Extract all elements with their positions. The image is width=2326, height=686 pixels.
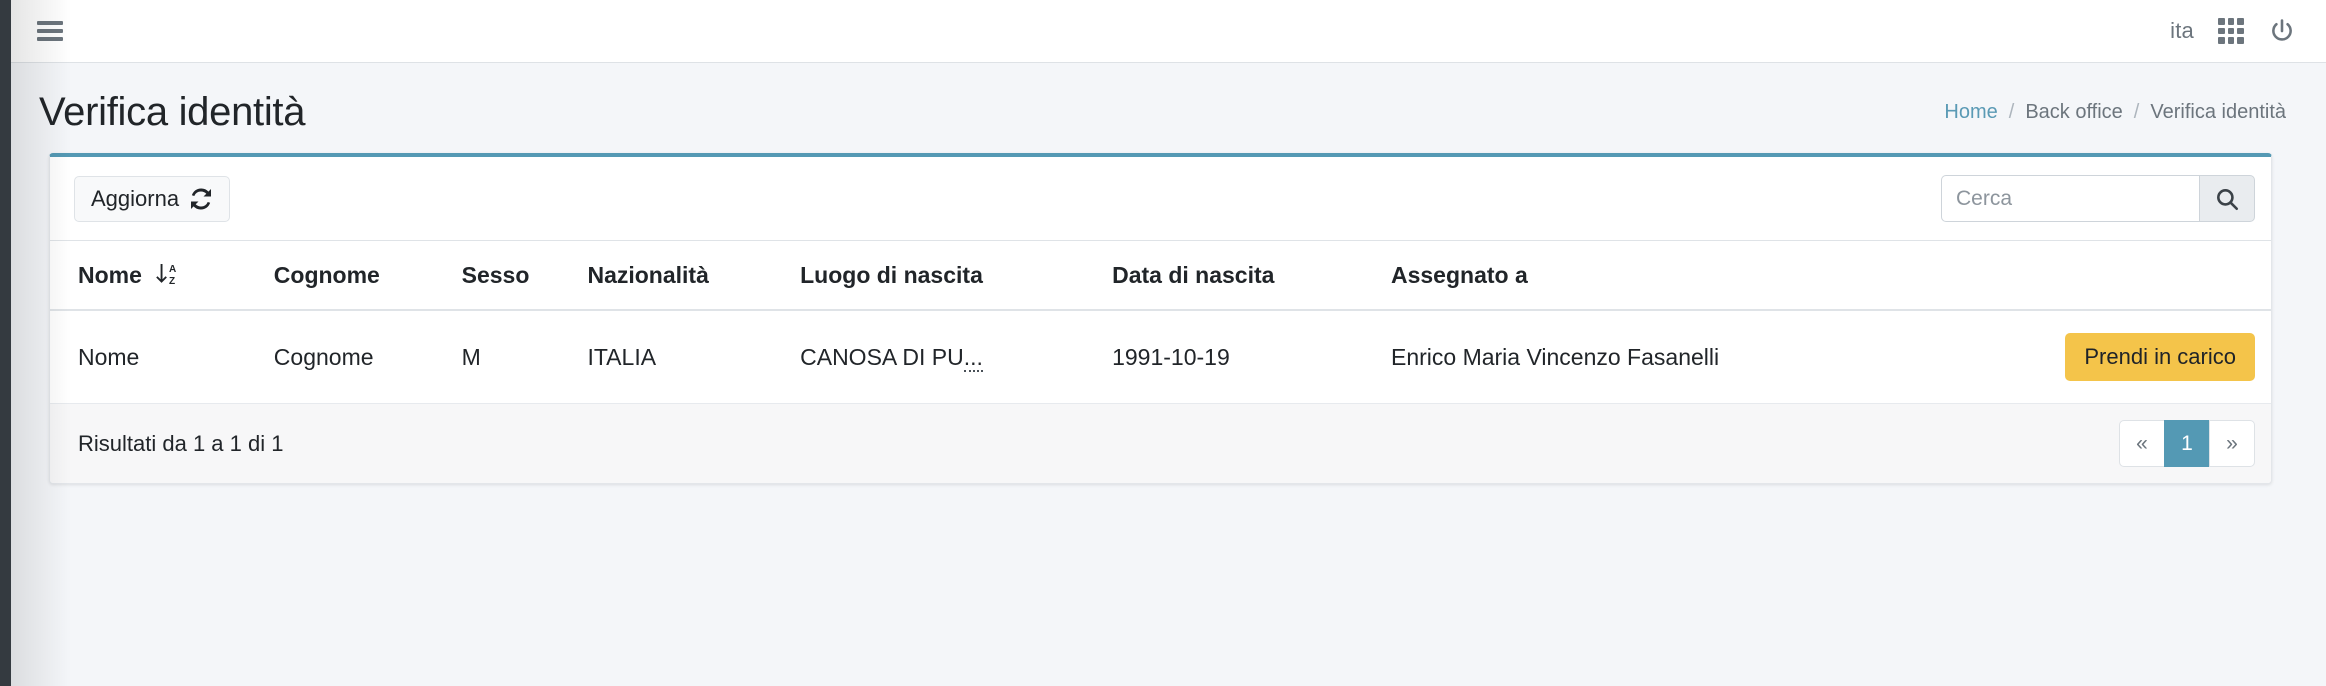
table-header-row: Nome A Z Cognome Sesso Nazionalità Luogo — [50, 241, 2271, 311]
cell-luogo-text: CANOSA DI PU — [800, 343, 964, 370]
breadcrumb-item-current: Verifica identità — [2150, 101, 2286, 123]
breadcrumb-separator: / — [2008, 101, 2015, 123]
top-navbar: ita — [11, 0, 2326, 63]
cell-sesso: M — [461, 310, 588, 404]
pagination-prev[interactable]: « — [2119, 420, 2165, 467]
page-header: Verifica identità Home / Back office / V… — [11, 64, 2326, 153]
cell-nome: Nome — [50, 310, 274, 404]
column-header-nome[interactable]: Nome A Z — [50, 241, 274, 311]
app-root: ita Verifica identità Home / Back office… — [0, 0, 2326, 686]
sidebar-rail — [0, 0, 11, 686]
search-icon — [2217, 188, 2239, 210]
apps-grid-icon[interactable] — [2218, 18, 2244, 44]
power-icon[interactable] — [2268, 17, 2296, 45]
card-container: Aggiorna Cerca Nome A Z Cognome Sesso Na… — [11, 153, 2326, 484]
take-charge-button[interactable]: Prendi in carico — [2065, 333, 2255, 381]
table-body: Nome Cognome M ITALIA CANOSA DI PU... 19… — [50, 310, 2271, 404]
search-group — [1941, 175, 2255, 222]
card-toolbar: Aggiorna — [50, 157, 2271, 241]
cell-data-di-nascita: 1991-10-19 — [1112, 310, 1391, 404]
breadcrumb-item-back-office: Back office — [2025, 101, 2123, 123]
column-header-sesso[interactable]: Sesso — [461, 241, 588, 311]
column-header-actions — [1938, 241, 2271, 311]
column-header-luogo-di-nascita[interactable]: Luogo di nascita — [800, 241, 1113, 311]
search-button[interactable] — [2199, 175, 2255, 222]
cell-nazionalita: ITALIA — [587, 310, 801, 404]
svg-text:A: A — [169, 264, 176, 275]
table-head: Nome A Z Cognome Sesso Nazionalità Luogo — [50, 241, 2271, 311]
search-input[interactable] — [1941, 175, 2199, 222]
refresh-button[interactable]: Aggiorna — [74, 175, 231, 222]
identity-table: Nome A Z Cognome Sesso Nazionalità Luogo — [50, 241, 2271, 404]
identity-verification-card: Aggiorna Cerca Nome A Z Cognome Sesso Na… — [49, 153, 2272, 484]
sort-alpha-down-icon: A Z — [156, 264, 177, 287]
breadcrumb-item-home[interactable]: Home — [1944, 101, 1997, 124]
column-header-nome-label: Nome — [78, 262, 142, 288]
cell-actions: Prendi in carico — [1938, 310, 2271, 404]
navbar-right-group: ita — [2170, 17, 2326, 45]
pagination-next[interactable]: » — [2209, 420, 2255, 467]
breadcrumb-separator: / — [2133, 101, 2140, 123]
pagination-page-1[interactable]: 1 — [2164, 420, 2210, 467]
cell-luogo-di-nascita: CANOSA DI PU... — [800, 310, 1113, 404]
card-footer: Risultati da 1 a 1 di 1 « 1 » — [50, 404, 2271, 483]
column-header-cognome[interactable]: Cognome — [273, 241, 462, 311]
hamburger-bar — [37, 21, 63, 25]
page-title: Verifica identità — [39, 90, 306, 134]
content-wrapper: Verifica identità Home / Back office / V… — [11, 64, 2326, 686]
table-row[interactable]: Nome Cognome M ITALIA CANOSA DI PU... 19… — [50, 310, 2271, 404]
refresh-button-label: Aggiorna — [91, 185, 180, 211]
column-header-data-di-nascita[interactable]: Data di nascita — [1112, 241, 1391, 311]
column-header-nazionalita[interactable]: Nazionalità — [587, 241, 801, 311]
hamburger-bar — [37, 37, 63, 41]
cell-cognome: Cognome — [273, 310, 462, 404]
column-header-assegnato-a[interactable]: Assegnato a — [1390, 241, 1939, 311]
hamburger-bar — [37, 29, 63, 33]
hamburger-menu-icon[interactable] — [37, 21, 63, 41]
svg-text:Z: Z — [169, 276, 175, 287]
truncation-ellipsis[interactable]: ... — [963, 343, 983, 372]
breadcrumb: Home / Back office / Verifica identità — [1944, 101, 2286, 124]
cell-assegnato-a: Enrico Maria Vincenzo Fasanelli — [1390, 310, 1939, 404]
language-switcher[interactable]: ita — [2170, 18, 2194, 44]
results-info: Risultati da 1 a 1 di 1 — [78, 430, 284, 456]
sync-icon — [191, 187, 212, 210]
pagination: « 1 » — [2119, 420, 2255, 467]
navbar-left-group — [11, 21, 63, 41]
